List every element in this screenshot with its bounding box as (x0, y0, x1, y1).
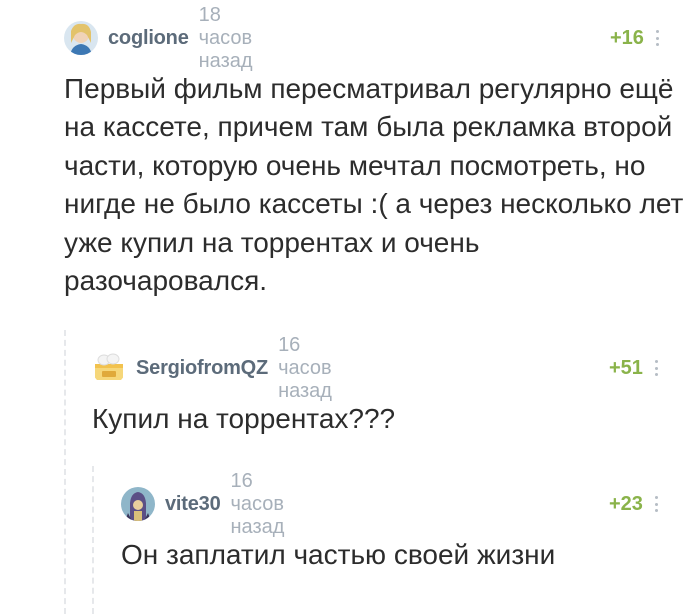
comment-text: Купил на торрентах??? (92, 403, 396, 434)
user-avatar[interactable] (92, 351, 126, 385)
comment-time[interactable]: 16 часов назад (231, 470, 285, 539)
rating-value: +51 (609, 356, 643, 379)
comment-header: vite30 16 часов назад (121, 470, 284, 538)
comment-author[interactable]: vite30 (165, 493, 221, 516)
comment-time[interactable]: 16 часов назад (278, 334, 332, 403)
rating-value: +23 (609, 492, 643, 515)
comment-author[interactable]: SergiofromQZ (136, 357, 268, 380)
user-avatar[interactable] (64, 21, 98, 55)
more-vertical-icon[interactable] (655, 360, 659, 376)
comment-rating: +51 (609, 348, 659, 388)
comment-header: coglione 18 часов назад (64, 4, 253, 72)
comment-time[interactable]: 18 часов назад (199, 4, 253, 73)
avatar-image (64, 21, 98, 55)
comment-author[interactable]: coglione (108, 27, 189, 50)
comment-text: Первый фильм пересматривал регулярно ещё… (64, 73, 684, 297)
rating-value: +16 (610, 26, 644, 49)
user-avatar[interactable] (121, 487, 155, 521)
comment-header: SergiofromQZ 16 часов назад (92, 334, 332, 402)
more-vertical-icon[interactable] (655, 496, 659, 512)
avatar-image (121, 487, 155, 521)
avatar-image (92, 351, 126, 385)
more-vertical-icon[interactable] (656, 30, 660, 46)
thread-line-level-2 (92, 466, 94, 614)
comment-rating: +23 (609, 484, 659, 524)
comment-rating: +16 (610, 18, 660, 58)
thread-line-level-1 (64, 330, 66, 614)
comment-text: Он заплатил частью своей жизни (121, 539, 556, 570)
